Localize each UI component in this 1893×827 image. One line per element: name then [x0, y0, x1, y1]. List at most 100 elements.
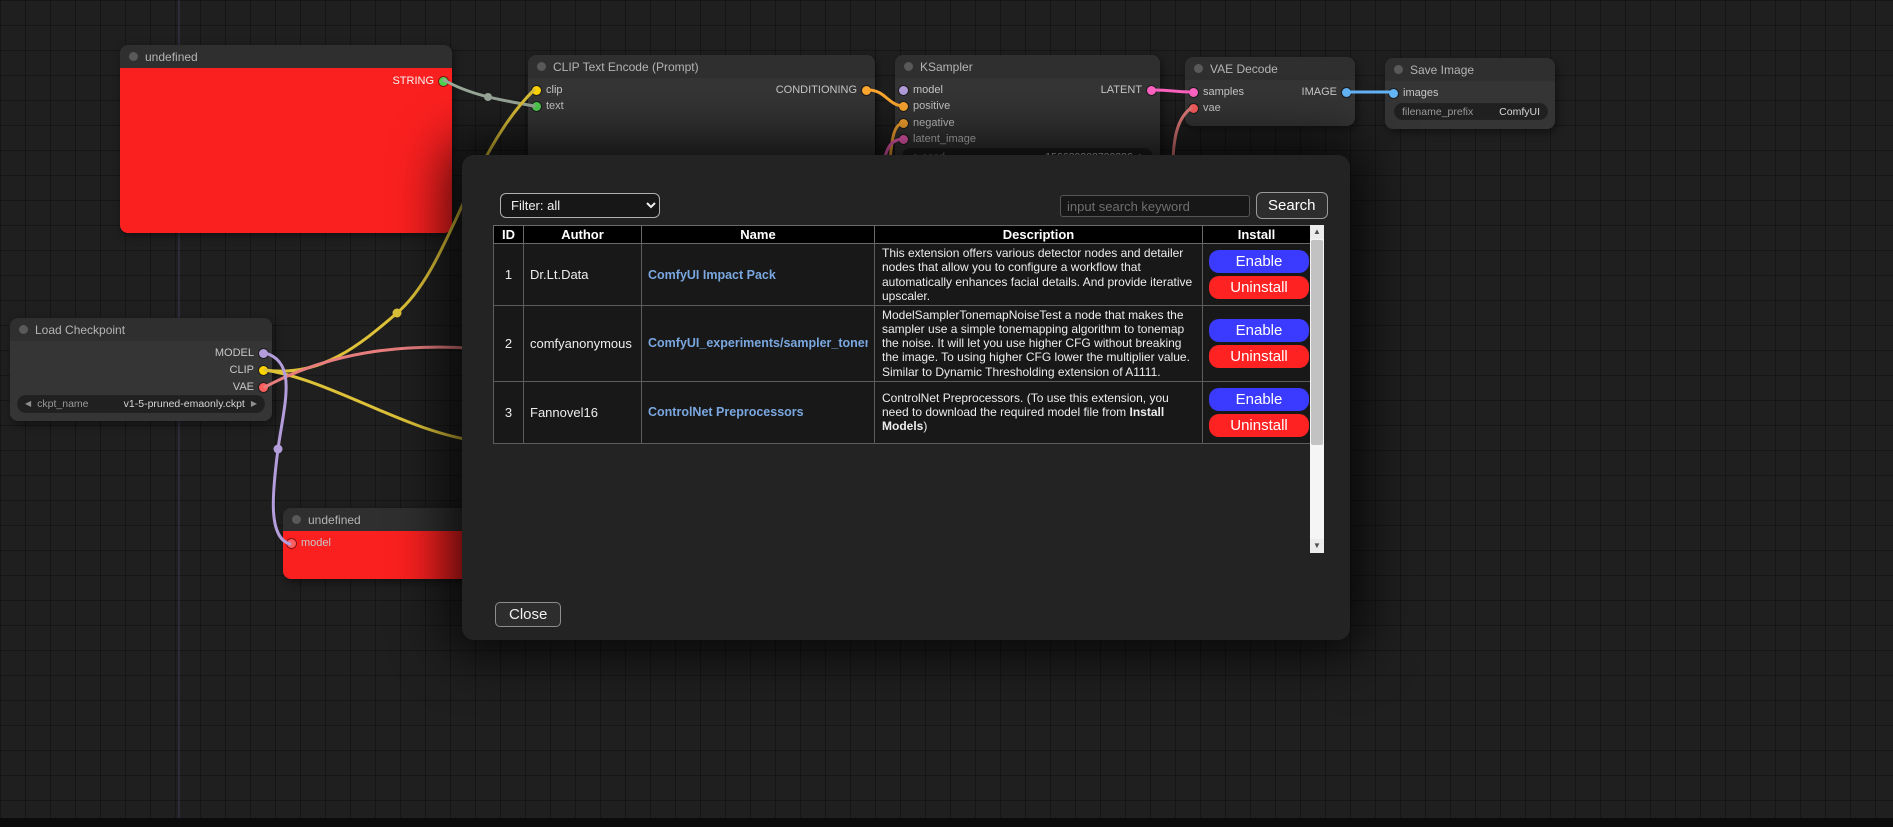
- output-slot-string[interactable]: STRING: [392, 74, 448, 88]
- node-body[interactable]: MODEL CLIP VAE ◀ ckpt_name v1-5-pruned-e…: [10, 341, 272, 421]
- output-dot-icon[interactable]: [1342, 88, 1351, 97]
- slot-label: clip: [546, 84, 563, 96]
- node-status-dot-icon[interactable]: [292, 515, 301, 524]
- ckpt-next-icon[interactable]: ▶: [251, 400, 257, 408]
- input-slot-clip[interactable]: clip: [532, 83, 563, 97]
- input-dot-icon[interactable]: [532, 102, 541, 111]
- close-button[interactable]: Close: [495, 602, 561, 627]
- comfyui-canvas[interactable]: undefined STRING CLIP Text Encode (Promp…: [0, 0, 1893, 827]
- input-slot-text[interactable]: text: [532, 99, 564, 113]
- node-status-dot-icon[interactable]: [129, 52, 138, 61]
- node-header[interactable]: undefined: [283, 508, 473, 531]
- output-slot-latent[interactable]: LATENT: [1101, 83, 1156, 97]
- node-load-checkpoint[interactable]: Load Checkpoint MODEL CLIP VAE ◀ ckpt_na…: [10, 318, 272, 421]
- input-dot-icon[interactable]: [1189, 88, 1198, 97]
- node-ksampler[interactable]: KSampler model positive negative latent_…: [895, 55, 1160, 170]
- output-dot-icon[interactable]: [1147, 86, 1156, 95]
- uninstall-button[interactable]: Uninstall: [1209, 276, 1309, 299]
- node-header[interactable]: KSampler: [895, 55, 1160, 78]
- node-status-dot-icon[interactable]: [904, 62, 913, 71]
- filename-prefix-widget[interactable]: filename_prefix ComfyUI: [1395, 104, 1547, 119]
- input-slot-vae[interactable]: vae: [1189, 101, 1221, 115]
- input-dot-icon[interactable]: [899, 135, 908, 144]
- output-slot-conditioning[interactable]: CONDITIONING: [776, 83, 871, 97]
- slot-label: text: [546, 100, 564, 112]
- input-dot-icon[interactable]: [899, 102, 908, 111]
- slot-label: images: [1403, 87, 1438, 99]
- node-title: Load Checkpoint: [35, 323, 125, 337]
- extensions-table: ID Author Name Description Install 1 Dr.…: [493, 225, 1311, 444]
- search-input[interactable]: [1060, 195, 1250, 217]
- output-slot-image[interactable]: IMAGE: [1302, 85, 1351, 99]
- ckpt-name-widget[interactable]: ◀ ckpt_name v1-5-pruned-emaonly.ckpt ▶: [18, 396, 264, 412]
- input-dot-icon[interactable]: [899, 119, 908, 128]
- extension-link[interactable]: ControlNet Preprocessors: [648, 405, 868, 419]
- node-title: Save Image: [1410, 63, 1474, 77]
- extension-row: 1 Dr.Lt.Data ComfyUI Impact Pack This ex…: [494, 244, 1311, 306]
- wire-vae-out: [265, 347, 470, 387]
- input-dot-icon[interactable]: [1389, 89, 1398, 98]
- node-status-dot-icon[interactable]: [1394, 65, 1403, 74]
- output-slot-vae[interactable]: VAE: [233, 380, 268, 394]
- scrollbar-thumb[interactable]: [1311, 240, 1323, 445]
- slot-label: vae: [1203, 102, 1221, 114]
- scrollbar-up-arrow-icon[interactable]: ▲: [1310, 225, 1324, 239]
- node-header[interactable]: VAE Decode: [1185, 57, 1355, 80]
- input-slot-positive[interactable]: positive: [899, 99, 950, 113]
- output-dot-icon[interactable]: [259, 366, 268, 375]
- node-status-dot-icon[interactable]: [19, 325, 28, 334]
- header-author: Author: [524, 226, 642, 244]
- node-clip-text-encode[interactable]: CLIP Text Encode (Prompt) clip text COND…: [528, 55, 875, 170]
- link-dot-purple: [274, 445, 283, 454]
- input-slot-model[interactable]: model: [899, 83, 943, 97]
- table-scrollbar[interactable]: ▲ ▼: [1310, 225, 1324, 553]
- node-header[interactable]: Load Checkpoint: [10, 318, 272, 341]
- node-vae-decode[interactable]: VAE Decode samples vae IMAGE: [1185, 57, 1355, 126]
- input-dot-icon[interactable]: [1189, 104, 1198, 113]
- slot-label: CONDITIONING: [776, 84, 857, 96]
- extension-link[interactable]: ComfyUI_experiments/sampler_tonemap: [648, 336, 868, 350]
- input-slot-latent-image[interactable]: latent_image: [899, 132, 976, 146]
- node-header[interactable]: CLIP Text Encode (Prompt): [528, 55, 875, 78]
- ckpt-prev-icon[interactable]: ◀: [25, 400, 31, 408]
- node-body[interactable]: images filename_prefix ComfyUI: [1385, 81, 1555, 129]
- node-undefined-string[interactable]: undefined STRING: [120, 45, 452, 233]
- node-header[interactable]: Save Image: [1385, 58, 1555, 81]
- enable-button[interactable]: Enable: [1209, 250, 1309, 273]
- node-undefined-model[interactable]: undefined model: [283, 508, 473, 579]
- input-slot-model[interactable]: model: [287, 536, 331, 550]
- enable-button[interactable]: Enable: [1209, 319, 1309, 342]
- uninstall-button[interactable]: Uninstall: [1209, 345, 1309, 368]
- input-slot-negative[interactable]: negative: [899, 116, 955, 130]
- node-status-dot-icon[interactable]: [1194, 64, 1203, 73]
- input-dot-icon[interactable]: [532, 86, 541, 95]
- header-install: Install: [1203, 226, 1311, 244]
- extension-link[interactable]: ComfyUI Impact Pack: [648, 268, 868, 282]
- extension-install-cell: Enable Uninstall: [1203, 244, 1311, 306]
- output-dot-icon[interactable]: [439, 77, 448, 86]
- node-body[interactable]: STRING: [120, 68, 452, 233]
- node-body[interactable]: samples vae IMAGE: [1185, 80, 1355, 126]
- input-dot-icon[interactable]: [287, 539, 296, 548]
- header-description: Description: [875, 226, 1203, 244]
- node-status-dot-icon[interactable]: [537, 62, 546, 71]
- search-button[interactable]: Search: [1256, 192, 1328, 219]
- node-save-image[interactable]: Save Image images filename_prefix ComfyU…: [1385, 58, 1555, 129]
- header-name: Name: [642, 226, 875, 244]
- output-dot-icon[interactable]: [259, 383, 268, 392]
- output-dot-icon[interactable]: [259, 349, 268, 358]
- input-dot-icon[interactable]: [899, 86, 908, 95]
- input-slot-images[interactable]: images: [1389, 86, 1438, 100]
- output-slot-clip[interactable]: CLIP: [230, 363, 268, 377]
- node-body[interactable]: model: [283, 531, 473, 579]
- filter-select[interactable]: Filter: all: [500, 193, 660, 218]
- output-slot-model[interactable]: MODEL: [215, 346, 268, 360]
- scrollbar-down-arrow-icon[interactable]: ▼: [1310, 539, 1324, 553]
- enable-button[interactable]: Enable: [1209, 388, 1309, 411]
- node-header[interactable]: undefined: [120, 45, 452, 68]
- node-title: VAE Decode: [1210, 62, 1278, 76]
- uninstall-button[interactable]: Uninstall: [1209, 414, 1309, 437]
- input-slot-samples[interactable]: samples: [1189, 85, 1244, 99]
- output-dot-icon[interactable]: [862, 86, 871, 95]
- header-id: ID: [494, 226, 524, 244]
